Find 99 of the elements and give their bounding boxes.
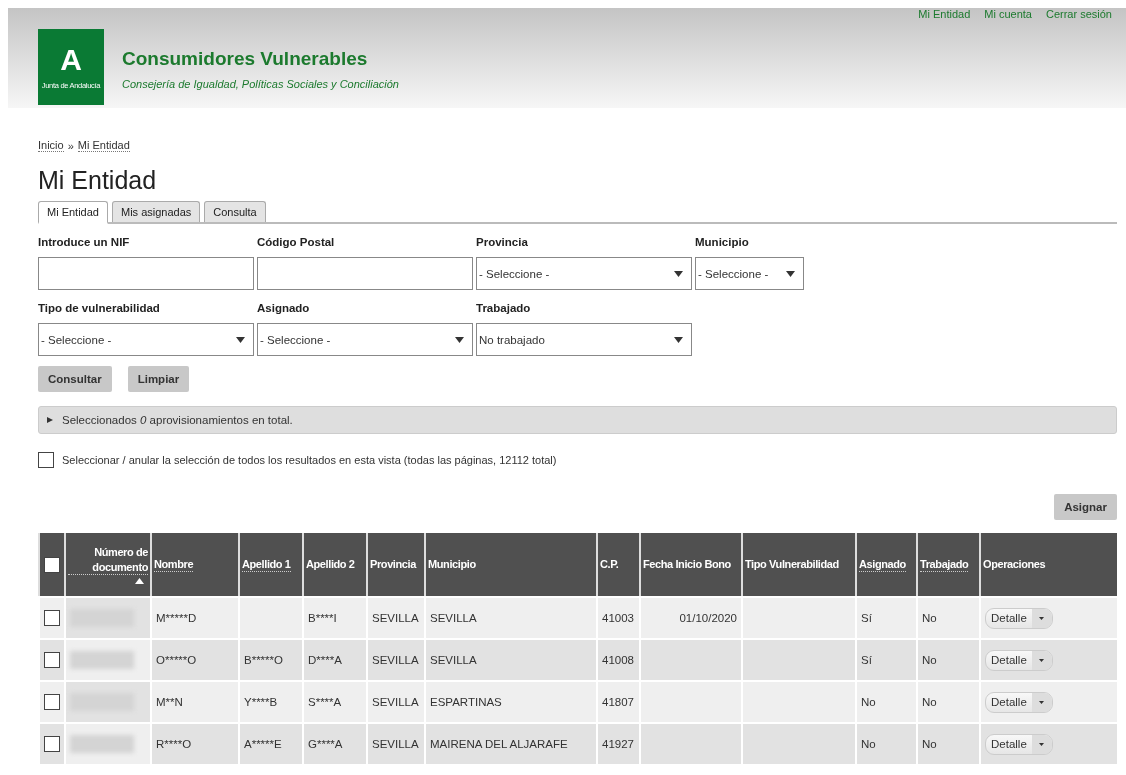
caret-icon: [1039, 658, 1045, 662]
province-cell: SEVILLA: [366, 596, 424, 638]
detail-button[interactable]: Detalle: [986, 692, 1032, 712]
detail-button[interactable]: Detalle: [986, 650, 1032, 670]
form-button[interactable]: Limpiar: [127, 366, 190, 392]
tab[interactable]: Mi Entidad: [38, 201, 108, 224]
site-subtitle: Consejería de Igualdad, Políticas Sociales y Conciliación: [122, 78, 399, 90]
municipality-cell: MAIRENA DEL ALJARAFE: [424, 722, 596, 764]
column-header: Apellido 2: [306, 557, 355, 572]
field-label: Código Postal: [257, 236, 336, 248]
surname-cell: S****A: [302, 680, 366, 722]
assign-button[interactable]: Asignar: [1054, 494, 1117, 520]
name-cell: M**N: [150, 680, 238, 722]
summary-bar[interactable]: Seleccionados 0 aprovisionamientos en total.: [38, 406, 1117, 434]
assigned-cell: No: [855, 680, 916, 722]
postal-code-cell: 41927: [596, 722, 639, 764]
summary-text: Seleccionados 0 aprovisionamientos en total.: [62, 414, 293, 426]
redacted-document-number: [70, 651, 134, 669]
surname-cell: B*****O: [238, 638, 302, 680]
detail-button[interactable]: Detalle: [986, 608, 1032, 628]
checkbox-label: Seleccionar / anular la selección de todos los resultados en esta vista (todas las páginas, 12112 total): [62, 454, 557, 466]
checkbox[interactable]: [38, 452, 54, 468]
breadcrumb-link[interactable]: Mi Entidad: [77, 139, 130, 152]
column-header: Provincia: [370, 557, 416, 572]
field-label: Municipio: [695, 236, 750, 248]
checkbox[interactable]: [44, 736, 60, 752]
field-label: Provincia: [476, 236, 529, 248]
caret-icon: [1039, 616, 1045, 620]
checkbox[interactable]: [44, 694, 60, 710]
name-cell: O*****O: [150, 638, 238, 680]
checkbox[interactable]: [44, 610, 60, 626]
redacted-document-number: [70, 735, 134, 753]
caret-icon: [1039, 742, 1045, 746]
municipality-cell: SEVILLA: [424, 638, 596, 680]
assigned-cell: Sí: [855, 638, 916, 680]
worked-cell: No: [916, 638, 979, 680]
field-label: Asignado: [257, 302, 311, 314]
detail-split-button[interactable]: Detalle: [985, 607, 1053, 629]
postal-code-cell: 41008: [596, 638, 639, 680]
date-cell: 01/10/2020: [639, 596, 741, 638]
breadcrumb-link[interactable]: Inicio: [38, 139, 64, 152]
assigned-cell: Sí: [855, 596, 916, 638]
caret-icon: [455, 336, 464, 343]
worked-cell: No: [916, 680, 979, 722]
surname-cell: D****A: [302, 638, 366, 680]
municipality-cell: SEVILLA: [424, 596, 596, 638]
detail-split-button[interactable]: Detalle: [985, 649, 1053, 671]
caret-icon: [674, 336, 683, 343]
caret-icon: [674, 270, 683, 277]
surname-cell: A*****E: [238, 722, 302, 764]
input-field[interactable]: [257, 257, 473, 290]
caret-icon: [786, 270, 795, 277]
name-cell: M*****D: [150, 596, 238, 638]
select-field[interactable]: No trabajado: [476, 323, 692, 356]
name-cell: R****O: [150, 722, 238, 764]
column-header[interactable]: Número de documento: [68, 544, 148, 576]
column-header[interactable]: Asignado: [859, 556, 906, 573]
column-header: Fecha Inicio Bono: [643, 557, 731, 572]
column-header[interactable]: Apellido 1: [242, 556, 291, 573]
column-header: Municipio: [428, 557, 476, 572]
checkbox[interactable]: [44, 556, 60, 573]
select-field[interactable]: - Seleccione -: [257, 323, 473, 356]
province-cell: SEVILLA: [366, 680, 424, 722]
tab[interactable]: Consulta: [204, 201, 266, 222]
field-label: Trabajado: [476, 302, 532, 314]
field-label: Introduce un NIF: [38, 236, 131, 248]
assigned-cell: No: [855, 722, 916, 764]
detail-split-button[interactable]: Detalle: [985, 691, 1053, 713]
surname-cell: G****A: [302, 722, 366, 764]
caret-icon: [236, 336, 245, 343]
province-cell: SEVILLA: [366, 638, 424, 680]
worked-cell: No: [916, 722, 979, 764]
input-field[interactable]: [38, 257, 254, 290]
breadcrumb-separator: »: [67, 139, 74, 152]
worked-cell: No: [916, 596, 979, 638]
tab[interactable]: Mis asignadas: [112, 201, 201, 222]
site-title: Consumidores Vulnerables: [122, 48, 369, 70]
column-header: C.P.: [600, 557, 619, 572]
page-title: Mi Entidad: [38, 166, 158, 195]
postal-code-cell: 41003: [596, 596, 639, 638]
checkbox[interactable]: [44, 652, 60, 668]
field-label: Tipo de vulnerabilidad: [38, 302, 161, 314]
column-header[interactable]: Trabajado: [920, 556, 969, 573]
surname-cell: B****I: [302, 596, 366, 638]
municipality-cell: ESPARTINAS: [424, 680, 596, 722]
column-header[interactable]: Nombre: [154, 556, 194, 573]
caret-icon: [1039, 700, 1045, 704]
sort-ascending-icon: [135, 578, 144, 585]
detail-button[interactable]: Detalle: [986, 734, 1032, 754]
select-field[interactable]: - Seleccione -: [476, 257, 692, 290]
select-field[interactable]: - Seleccione -: [695, 257, 804, 290]
column-header: Operaciones: [983, 557, 1046, 572]
postal-code-cell: 41807: [596, 680, 639, 722]
form-button[interactable]: Consultar: [38, 366, 112, 392]
surname-cell: Y****B: [238, 680, 302, 722]
province-cell: SEVILLA: [366, 722, 424, 764]
column-header: Tipo Vulnerabilidad: [745, 557, 839, 572]
detail-split-button[interactable]: Detalle: [985, 733, 1053, 755]
select-field[interactable]: - Seleccione -: [38, 323, 254, 356]
